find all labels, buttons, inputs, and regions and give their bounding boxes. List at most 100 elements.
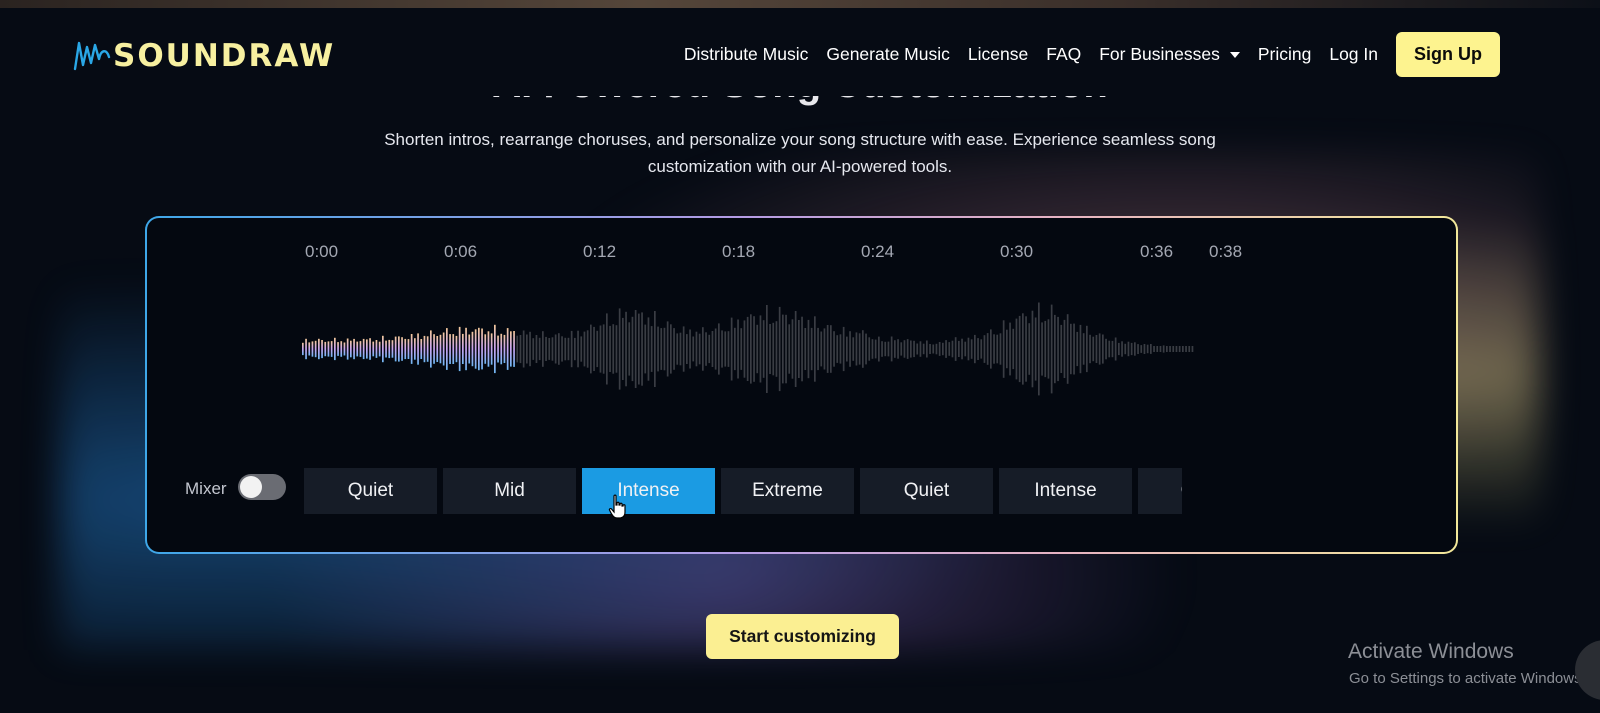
waveform-bar [1009, 322, 1011, 376]
waveform-bar [1073, 323, 1075, 375]
waveform[interactable] [147, 218, 1460, 468]
segment-button[interactable]: Mid [443, 468, 576, 514]
waveform-bar [433, 334, 435, 364]
segment-button[interactable]: Quiet [304, 468, 437, 514]
waveform-bar [407, 339, 410, 359]
waveform-bar [676, 333, 679, 365]
waveform-bar [519, 335, 522, 364]
waveform-bar [1012, 328, 1015, 370]
hand-cursor-icon [608, 494, 626, 519]
waveform-bar [666, 321, 669, 377]
waveform-bar [625, 311, 627, 387]
floating-widget[interactable] [1575, 640, 1600, 700]
waveform-bar [318, 338, 320, 360]
nav-distribute-music[interactable]: Distribute Music [684, 44, 808, 65]
nav-pricing[interactable]: Pricing [1258, 44, 1312, 65]
waveform-bar [545, 336, 547, 361]
waveform-bar [881, 341, 883, 357]
nav-generate-music[interactable]: Generate Music [826, 44, 950, 65]
waveform-bar [769, 324, 771, 374]
waveform-bar [1066, 314, 1069, 384]
start-customizing-button[interactable]: Start customizing [706, 614, 899, 659]
waveform-bar [631, 316, 634, 382]
waveform-bar [743, 320, 746, 378]
waveform-bar [1182, 346, 1184, 352]
main-nav: Distribute Music Generate Music License … [666, 32, 1500, 77]
waveform-bar [846, 336, 848, 362]
waveform-bar [670, 324, 672, 374]
waveform-bar [1118, 342, 1120, 356]
waveform-bar [455, 335, 458, 363]
waveform-bar [906, 339, 909, 359]
waveform-bar [337, 342, 339, 356]
waveform-bar [494, 324, 496, 374]
waveform-bar [724, 331, 727, 367]
logo[interactable]: SOUNDRAW [73, 38, 335, 74]
waveform-bar [954, 337, 957, 361]
waveform-bar [817, 327, 819, 371]
waveform-bar [311, 341, 314, 357]
segment-button[interactable]: Outro [1138, 468, 1182, 514]
waveform-bar [414, 338, 416, 360]
waveform-bar [542, 331, 544, 367]
waveform-bar [830, 325, 832, 373]
waveform-bar [849, 331, 851, 367]
nav-for-businesses-label: For Businesses [1099, 44, 1220, 64]
waveform-bar [481, 328, 483, 370]
waveform-bar [929, 344, 931, 354]
waveform-bar [705, 332, 707, 366]
waveform-bar [788, 324, 791, 374]
activate-windows-subtitle: Go to Settings to activate Windows. [1349, 670, 1586, 687]
waveform-bar [1114, 337, 1117, 361]
waveform-bar [356, 341, 359, 357]
segment-button[interactable]: Extreme [721, 468, 854, 514]
waveform-bar [1082, 333, 1085, 365]
waveform-bar [1031, 310, 1034, 388]
waveform-bar [730, 317, 733, 381]
nav-for-businesses[interactable]: For Businesses [1099, 44, 1240, 65]
waveform-bar [798, 320, 800, 378]
toggle-knob [240, 476, 262, 498]
waveform-bar [1175, 346, 1178, 352]
waveform-bar [350, 340, 352, 358]
nav-login[interactable]: Log In [1329, 44, 1378, 65]
segment-button[interactable]: Intense [582, 468, 715, 514]
nav-license[interactable]: License [968, 44, 1028, 65]
waveform-bar [961, 338, 963, 360]
waveform-bar [606, 313, 608, 385]
waveform-bar [599, 325, 602, 373]
waveform-bar [647, 317, 650, 381]
waveform-bar [814, 316, 816, 382]
waveform-bar [922, 343, 925, 355]
waveform-bar [430, 330, 432, 368]
brand-name: SOUNDRAW [113, 38, 336, 74]
waveform-bar [826, 325, 829, 373]
waveform-bar [1025, 316, 1027, 382]
waveform-bar [583, 331, 586, 367]
waveform-bar [1159, 346, 1162, 352]
waveform-bar [935, 343, 938, 355]
waveform-bar [1086, 325, 1088, 373]
waveform-bar [1095, 335, 1098, 363]
mixer-toggle[interactable] [238, 474, 286, 500]
waveform-bar [1150, 344, 1152, 354]
segment-button[interactable]: Quiet [860, 468, 993, 514]
waveform-bar [855, 332, 858, 366]
waveform-bar [615, 325, 618, 373]
waveform-bar [1105, 338, 1107, 360]
waveform-bar [884, 341, 887, 357]
waveform-bar [1130, 342, 1133, 356]
waveform-bar [417, 333, 419, 365]
waveform-bar [753, 316, 755, 382]
signup-button[interactable]: Sign Up [1396, 32, 1500, 77]
waveform-bar [695, 331, 698, 367]
waveform-bar [900, 342, 903, 356]
waveform-bar [1022, 313, 1024, 385]
waveform-bar [759, 315, 762, 383]
waveform-bar [833, 331, 835, 367]
nav-faq[interactable]: FAQ [1046, 44, 1081, 65]
waveform-bar [330, 341, 333, 357]
waveform-bar [942, 342, 944, 356]
waveform-bar [698, 333, 701, 365]
segment-button[interactable]: Intense [999, 468, 1132, 514]
